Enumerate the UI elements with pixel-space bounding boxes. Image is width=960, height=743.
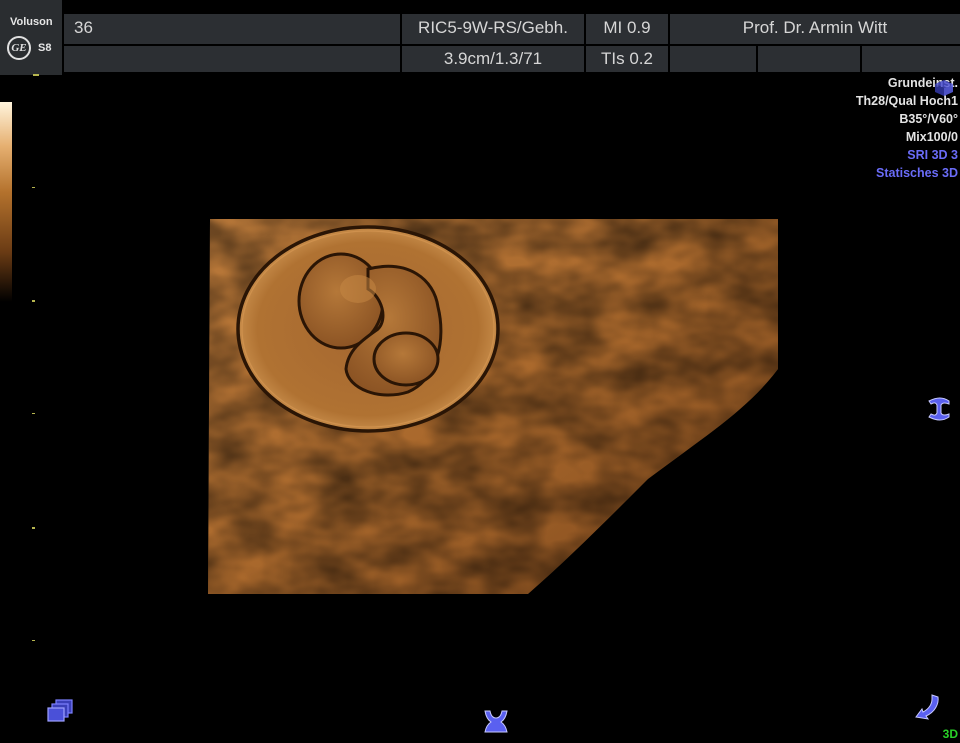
mi-value: MI 0.9: [586, 14, 668, 44]
mode-3d-label: 3D: [942, 727, 958, 741]
header-empty-cell: [64, 46, 400, 72]
depth-tick: [32, 527, 35, 529]
header-bar: Voluson GE S8 36 RIC5-9W-RS/Gebh. 3.9cm/…: [0, 0, 960, 75]
operator-name: Prof. Dr. Armin Witt: [670, 14, 960, 44]
depth-info: 3.9cm/1.3/71: [402, 46, 584, 72]
rotate-y-icon[interactable]: [925, 395, 953, 423]
3d-ultrasound-render: [208, 219, 778, 594]
depth-tick: [32, 187, 35, 188]
rotate-x-icon[interactable]: [910, 692, 942, 722]
gray-map-bar: [0, 102, 12, 302]
depth-tick: [32, 300, 35, 302]
probe-label: RIC5-9W-RS/Gebh.: [402, 14, 584, 44]
frame-number: 36: [64, 14, 400, 44]
mode-label: Statisches 3D: [876, 166, 958, 180]
rotate-z-icon[interactable]: [482, 707, 510, 735]
mix-label: Mix100/0: [905, 130, 958, 144]
sri-label: SRI 3D 3: [907, 148, 958, 162]
depth-tick: [33, 74, 39, 76]
header-empty-cell: [758, 46, 860, 72]
ge-monogram-icon: GE: [7, 36, 31, 60]
voluson-logo: Voluson GE S8: [0, 0, 62, 75]
multi-view-icon[interactable]: [46, 698, 76, 724]
header-empty-cell: [862, 46, 960, 72]
brand-name: Voluson: [10, 16, 53, 28]
tis-value: TIs 0.2: [586, 46, 668, 72]
depth-tick: [32, 640, 35, 641]
model-name: S8: [38, 42, 52, 54]
header-empty-cell: [670, 46, 756, 72]
angles-label: B35°/V60°: [899, 112, 958, 126]
3d-orientation-icon[interactable]: [932, 78, 956, 98]
depth-tick: [32, 413, 35, 414]
